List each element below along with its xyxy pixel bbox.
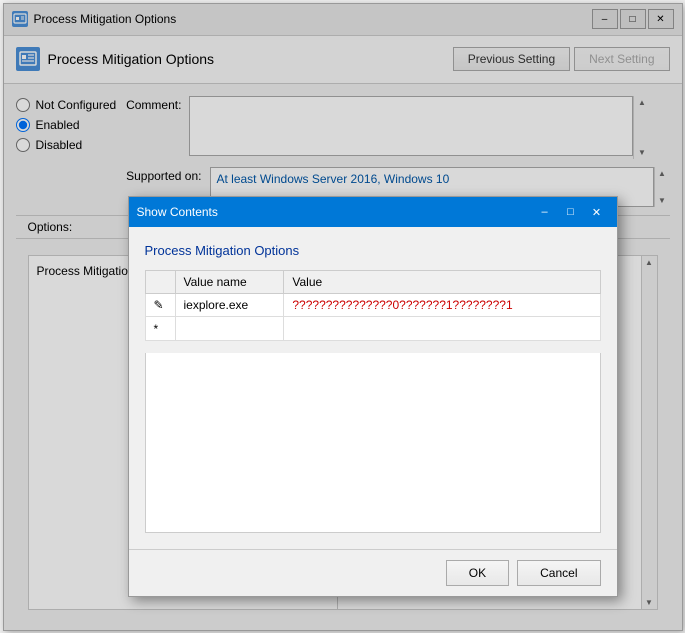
empty-row-indicator: * <box>145 317 175 341</box>
dialog-minimize-button[interactable]: – <box>533 203 557 221</box>
row-edit-indicator: ✎ <box>145 294 175 317</box>
table-header-indicator <box>145 271 175 294</box>
table-row[interactable]: ✎ iexplore.exe ???????????????0???????1?… <box>145 294 600 317</box>
dialog-title-bar: Show Contents – □ ✕ <box>129 197 617 227</box>
ok-button[interactable]: OK <box>446 560 509 586</box>
cancel-button[interactable]: Cancel <box>517 560 600 586</box>
row-value[interactable]: ???????????????0???????1????????1 <box>284 294 600 317</box>
dialog-overlay: Show Contents – □ ✕ Process Mitigation O… <box>4 4 682 630</box>
dialog-section-title: Process Mitigation Options <box>145 243 601 258</box>
empty-row-name[interactable] <box>175 317 284 341</box>
contents-table: Value name Value ✎ iexplore.exe ????????… <box>145 270 601 341</box>
row-value-name[interactable]: iexplore.exe <box>175 294 284 317</box>
table-header-row: Value name Value <box>145 271 600 294</box>
dialog-content: Process Mitigation Options Value name Va… <box>129 227 617 549</box>
dialog-title: Show Contents <box>137 205 218 219</box>
table-empty-row[interactable]: * <box>145 317 600 341</box>
table-header-value-name: Value name <box>175 271 284 294</box>
main-window: Process Mitigation Options – □ ✕ Process… <box>3 3 683 631</box>
dialog-controls: – □ ✕ <box>533 203 609 221</box>
table-filler-area <box>145 353 601 533</box>
dialog-close-button[interactable]: ✕ <box>585 203 609 221</box>
dialog-footer: OK Cancel <box>129 549 617 596</box>
empty-row-value[interactable] <box>284 317 600 341</box>
table-header-value: Value <box>284 271 600 294</box>
dialog-maximize-button[interactable]: □ <box>559 203 583 221</box>
show-contents-dialog: Show Contents – □ ✕ Process Mitigation O… <box>128 196 618 597</box>
